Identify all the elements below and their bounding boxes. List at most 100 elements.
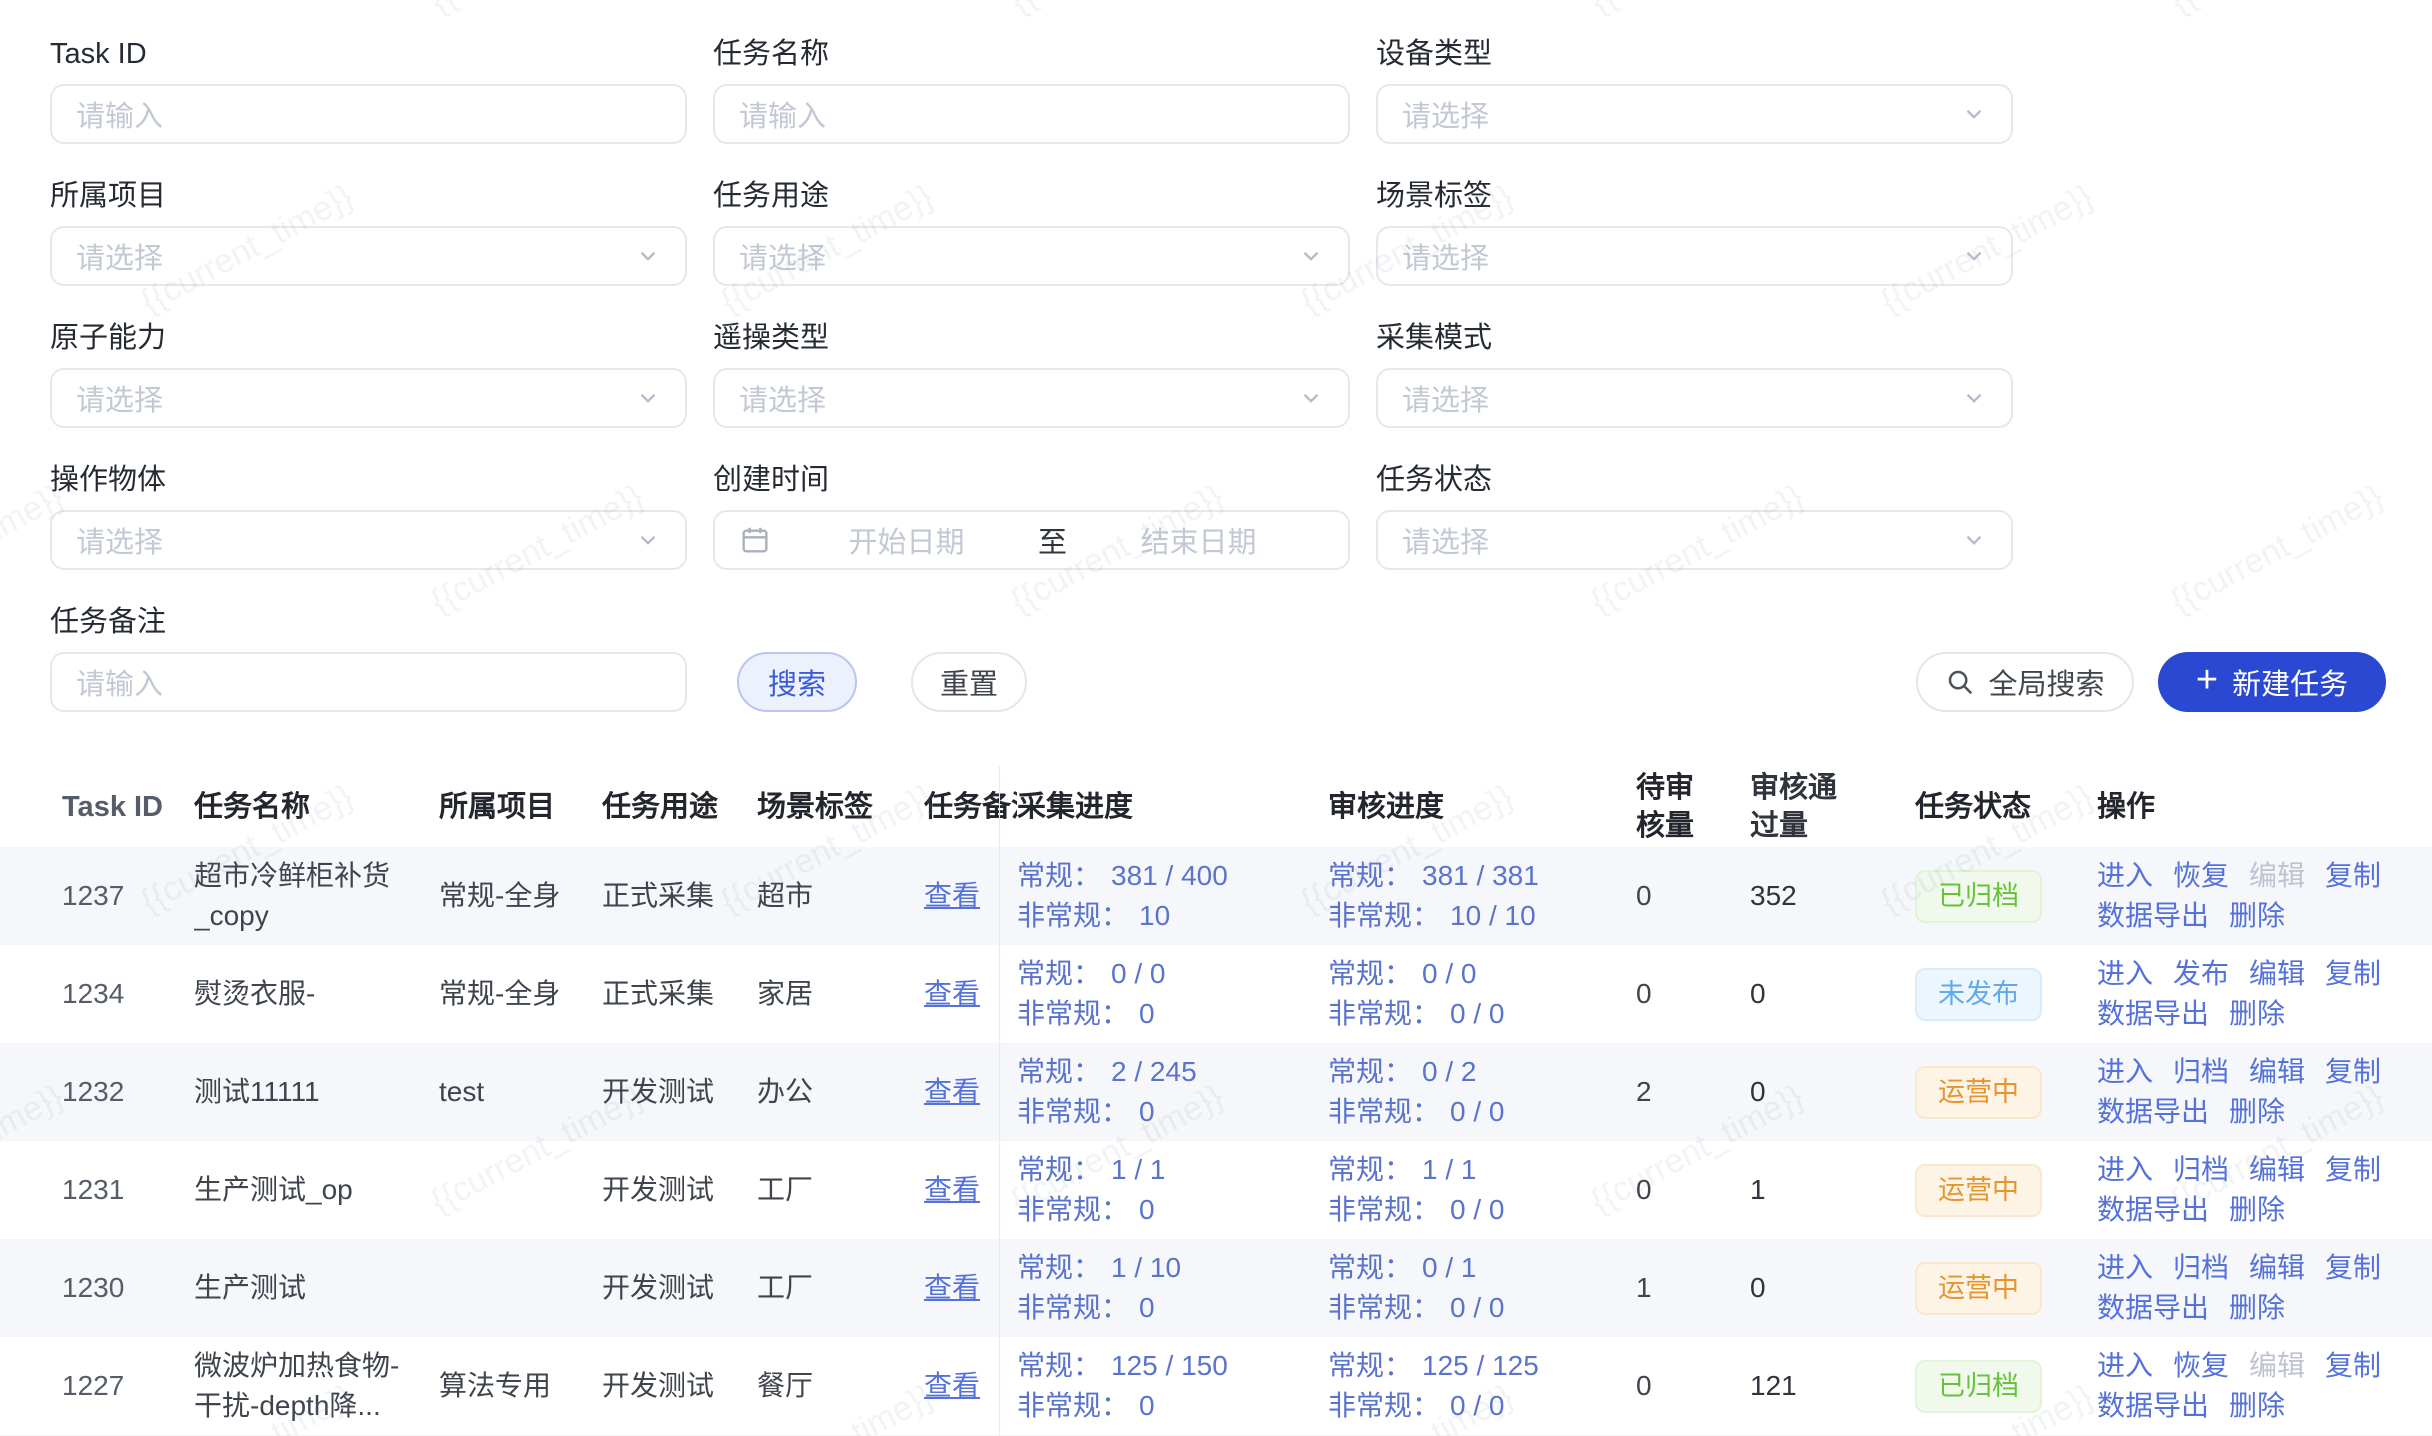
action-link[interactable]: 删除 <box>2229 1190 2285 1230</box>
pending-cell: 2 <box>1636 1072 1750 1112</box>
scene-cell: 餐厅 <box>757 1366 924 1406</box>
reset-button[interactable]: 重置 <box>911 652 1027 712</box>
global-search-label: 全局搜索 <box>1988 661 2104 703</box>
scene-cell: 超市 <box>757 876 924 916</box>
action-link[interactable]: 编辑 <box>2249 1248 2305 1288</box>
action-link: 编辑 <box>2249 1346 2305 1386</box>
scene-cell: 家居 <box>757 974 924 1014</box>
create-task-button[interactable]: + 新建任务 <box>2158 652 2386 712</box>
chevron-down-icon <box>1961 101 1987 127</box>
action-link[interactable]: 删除 <box>2229 896 2285 936</box>
action-link[interactable]: 复制 <box>2325 954 2381 994</box>
column-header-purpose: 任务用途 <box>602 788 757 826</box>
progress-text: 125 / 125 <box>1422 1350 1539 1381</box>
progress-text: 0 / 0 <box>1450 998 1504 1029</box>
atomic-ability-select[interactable]: 请选择 <box>50 368 687 428</box>
view-remark-link[interactable]: 查看 <box>924 1272 980 1303</box>
progress-text: 381 / 400 <box>1111 860 1228 891</box>
action-link[interactable]: 进入 <box>2097 954 2153 994</box>
task-id-input[interactable]: 请输入 <box>50 84 687 144</box>
progress-text: 0 / 0 <box>1450 1096 1504 1127</box>
action-link[interactable]: 恢复 <box>2173 1346 2229 1386</box>
action-link[interactable]: 删除 <box>2229 1092 2285 1132</box>
scene-tag-select[interactable]: 请选择 <box>1376 226 2013 286</box>
action-link[interactable]: 进入 <box>2097 1346 2153 1386</box>
chevron-down-icon <box>635 385 661 411</box>
table-row: 1234熨烫衣服-常规-全身正式采集家居查看常规：0 / 0非常规：0常规：0 … <box>0 945 2432 1043</box>
view-remark-link[interactable]: 查看 <box>924 1076 980 1107</box>
progress-text: 0 / 0 <box>1422 958 1476 989</box>
task-remark-input[interactable]: 请输入 <box>50 652 687 712</box>
progress-text: 125 / 150 <box>1111 1350 1228 1381</box>
project-cell: 算法专用 <box>439 1366 602 1406</box>
date-range-separator: 至 <box>1032 519 1073 561</box>
progress-line: 常规：381 / 381 <box>1328 856 1636 896</box>
teleop-type-select[interactable]: 请选择 <box>713 368 1350 428</box>
project-select[interactable]: 请选择 <box>50 226 687 286</box>
task-purpose-select[interactable]: 请选择 <box>713 226 1350 286</box>
action-link[interactable]: 数据导出 <box>2097 1386 2209 1426</box>
status-badge: 运营中 <box>1915 1164 2042 1217</box>
filter-panel: Task ID 请输入 任务名称 请输入 设备类型 请选择 <box>50 0 2386 712</box>
filter-label: 所属项目 <box>50 178 687 214</box>
global-search-button[interactable]: 全局搜索 <box>1916 652 2134 712</box>
action-link[interactable]: 复制 <box>2325 1248 2381 1288</box>
view-remark-link[interactable]: 查看 <box>924 1370 980 1401</box>
task-status-select[interactable]: 请选择 <box>1376 510 2013 570</box>
action-link[interactable]: 进入 <box>2097 1248 2153 1288</box>
action-link[interactable]: 发布 <box>2173 954 2229 994</box>
start-date-placeholder: 开始日期 <box>781 519 1032 561</box>
action-link[interactable]: 删除 <box>2229 1288 2285 1328</box>
action-link[interactable]: 复制 <box>2325 1346 2381 1386</box>
action-link[interactable]: 归档 <box>2173 1150 2229 1190</box>
filter-create-time: 创建时间 开始日期 至 结束日期 <box>713 462 1350 570</box>
purpose-cell: 开发测试 <box>602 1366 757 1406</box>
progress-line: 常规：1 / 1 <box>1017 1150 1328 1190</box>
action-link[interactable]: 数据导出 <box>2097 1092 2209 1132</box>
fixed-column-divider <box>999 766 1000 1436</box>
create-task-label: 新建任务 <box>2232 661 2348 703</box>
remark-cell: 查看 <box>924 1366 1017 1406</box>
collect-mode-select[interactable]: 请选择 <box>1376 368 2013 428</box>
progress-line: 常规：125 / 150 <box>1017 1346 1328 1386</box>
progress-text: 0 <box>1139 1390 1155 1421</box>
name-cell: 测试11111 <box>194 1072 439 1112</box>
progress-text: 0 / 1 <box>1422 1252 1476 1283</box>
create-time-range-picker[interactable]: 开始日期 至 结束日期 <box>713 510 1350 570</box>
action-link[interactable]: 归档 <box>2173 1052 2229 1092</box>
progress-line: 非常规：0 <box>1017 1092 1328 1132</box>
action-link[interactable]: 数据导出 <box>2097 994 2209 1034</box>
collect-progress-cell: 常规：2 / 245非常规：0 <box>1017 1052 1328 1132</box>
action-link[interactable]: 删除 <box>2229 1386 2285 1426</box>
column-header-collect: 采集进度 <box>1017 788 1328 826</box>
action-link[interactable]: 进入 <box>2097 1150 2153 1190</box>
device-type-select[interactable]: 请选择 <box>1376 84 2013 144</box>
action-link[interactable]: 数据导出 <box>2097 1190 2209 1230</box>
action-link[interactable]: 复制 <box>2325 1052 2381 1092</box>
action-link[interactable]: 数据导出 <box>2097 896 2209 936</box>
view-remark-link[interactable]: 查看 <box>924 1174 980 1205</box>
action-link[interactable]: 进入 <box>2097 1052 2153 1092</box>
action-link[interactable]: 删除 <box>2229 994 2285 1034</box>
progress-text: 0 / 0 <box>1450 1292 1504 1323</box>
chevron-down-icon <box>1961 243 1987 269</box>
view-remark-link[interactable]: 查看 <box>924 978 980 1009</box>
view-remark-link[interactable]: 查看 <box>924 880 980 911</box>
progress-line: 常规：0 / 2 <box>1328 1052 1636 1092</box>
chevron-down-icon <box>635 527 661 553</box>
action-link[interactable]: 数据导出 <box>2097 1288 2209 1328</box>
action-link[interactable]: 编辑 <box>2249 954 2305 994</box>
action-link[interactable]: 归档 <box>2173 1248 2229 1288</box>
action-link[interactable]: 编辑 <box>2249 1150 2305 1190</box>
progress-text: 0 / 0 <box>1450 1390 1504 1421</box>
operate-object-select[interactable]: 请选择 <box>50 510 687 570</box>
search-button[interactable]: 搜索 <box>737 652 857 712</box>
task-name-input[interactable]: 请输入 <box>713 84 1350 144</box>
action-link[interactable]: 编辑 <box>2249 1052 2305 1092</box>
action-link[interactable]: 复制 <box>2325 1150 2381 1190</box>
action-link[interactable]: 进入 <box>2097 856 2153 896</box>
progress-line: 非常规：10 <box>1017 896 1328 936</box>
action-link[interactable]: 复制 <box>2325 856 2381 896</box>
action-link[interactable]: 恢复 <box>2173 856 2229 896</box>
status-cell: 运营中 <box>1915 1066 2097 1119</box>
